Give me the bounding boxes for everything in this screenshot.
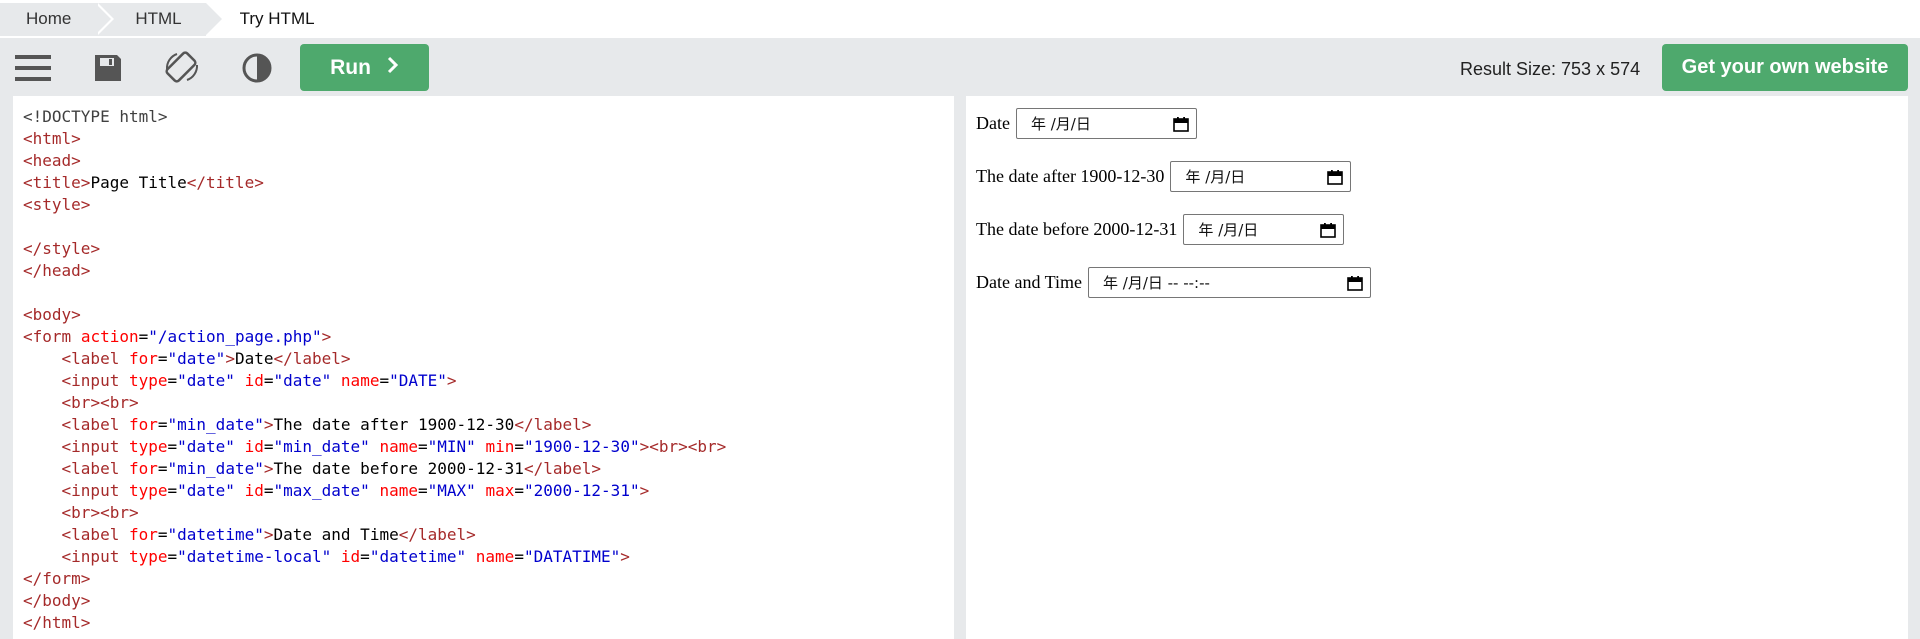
toolbar: Run Result Size: 753 x 574 Get your own … [0, 38, 1920, 96]
code-line[interactable]: <br><br> [23, 393, 139, 412]
datetime-input[interactable]: 年 /月/日 -- --:-- [1088, 267, 1371, 298]
code-line[interactable]: <input type="date" id="min_date" name="M… [23, 437, 727, 456]
code-line[interactable]: </html> [23, 613, 90, 632]
calendar-icon[interactable] [1319, 221, 1337, 239]
code-line[interactable]: <input type="date" id="date" name="DATE"… [23, 371, 457, 390]
date-input[interactable]: 年 /月/日 [1015, 108, 1197, 139]
date-input-placeholder: 年 /月/日 [1030, 115, 1091, 133]
min-date-input-placeholder: 年 /月/日 [1185, 168, 1246, 186]
code-line[interactable]: <label for="datetime">Date and Time</lab… [23, 525, 476, 544]
get-your-own-website-button[interactable]: Get your own website [1662, 44, 1908, 91]
code-line[interactable]: <body> [23, 305, 81, 324]
code-line[interactable]: <head> [23, 151, 81, 170]
code-line[interactable]: <title>Page Title</title> [23, 173, 264, 192]
breadcrumb-current-label: Try HTML [239, 9, 315, 28]
code-line[interactable]: <style> [23, 195, 90, 214]
date-row: Date 年 /月/日 [976, 108, 1908, 139]
code-line[interactable]: <label for="min_date">The date after 190… [23, 415, 592, 434]
code-line[interactable]: </body> [23, 591, 90, 610]
breadcrumb-html-label: HTML [135, 9, 182, 28]
result-size: Result Size: 753 x 574 [1460, 59, 1641, 79]
code-line[interactable]: <input type="datetime-local" id="datetim… [23, 547, 630, 566]
get-your-own-website-label: Get your own website [1681, 56, 1889, 78]
code-line[interactable]: </form> [23, 569, 90, 588]
rotate-icon[interactable] [162, 49, 202, 87]
save-icon[interactable] [88, 49, 128, 87]
date-label: Date [976, 113, 1010, 133]
breadcrumb-home-label: Home [26, 9, 72, 28]
code-line[interactable]: <label for="min_date">The date before 20… [23, 459, 601, 478]
calendar-icon[interactable] [1346, 274, 1364, 292]
calendar-icon[interactable] [1326, 168, 1344, 186]
max-date-input-placeholder: 年 /月/日 [1198, 221, 1259, 239]
contrast-icon[interactable] [237, 49, 277, 87]
datetime-input-placeholder: 年 /月/日 -- --:-- [1103, 274, 1210, 292]
code-line[interactable]: <!DOCTYPE html> [23, 107, 168, 126]
code-line[interactable]: <br><br> [23, 503, 139, 522]
breadcrumb-home[interactable]: Home [0, 2, 115, 36]
code-line[interactable]: </head> [23, 261, 90, 280]
pane-divider[interactable] [954, 96, 966, 639]
datetime-label: Date and Time [976, 272, 1082, 292]
run-button[interactable]: Run [300, 44, 429, 91]
breadcrumb: Home HTML Try HTML [0, 0, 1920, 38]
code-line[interactable]: <html> [23, 129, 81, 148]
min-date-row: The date after 1900-12-30 年 /月/日 [976, 161, 1908, 192]
result-pane: Date 年 /月/日 The date after 1900-12-30 年 … [966, 96, 1908, 639]
chevron-right-icon [387, 56, 399, 80]
datetime-row: Date and Time 年 /月/日 -- --:-- [976, 267, 1908, 298]
code-editor[interactable]: <!DOCTYPE html> <html> <head> <title>Pag… [13, 96, 954, 639]
menu-icon[interactable] [13, 49, 53, 87]
code-line[interactable]: <input type="date" id="max_date" name="M… [23, 481, 650, 500]
max-date-row: The date before 2000-12-31 年 /月/日 [976, 214, 1908, 245]
max-date-label: The date before 2000-12-31 [976, 219, 1178, 239]
max-date-input[interactable]: 年 /月/日 [1183, 214, 1345, 245]
run-button-label: Run [330, 55, 371, 79]
code-line[interactable]: <form action="/action_page.php"> [23, 327, 331, 346]
code-line[interactable]: </style> [23, 239, 100, 258]
min-date-input[interactable]: 年 /月/日 [1170, 161, 1352, 192]
min-date-label: The date after 1900-12-30 [976, 166, 1165, 186]
calendar-icon[interactable] [1172, 115, 1190, 133]
code-text[interactable]: <!DOCTYPE html> <html> <head> <title>Pag… [13, 96, 954, 634]
code-line[interactable]: <label for="date">Date</label> [23, 349, 351, 368]
